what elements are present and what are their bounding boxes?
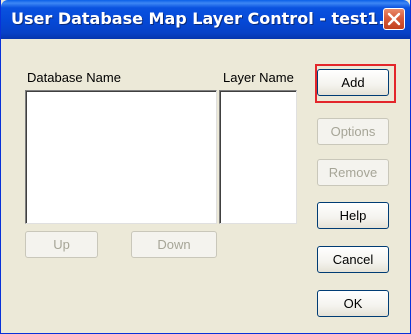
- layer-name-label: Layer Name: [223, 70, 294, 85]
- database-list[interactable]: [25, 90, 217, 224]
- dialog-window: User Database Map Layer Control - test1.…: [0, 0, 411, 334]
- help-button[interactable]: Help: [317, 202, 389, 229]
- window-title: User Database Map Layer Control - test1.…: [11, 9, 397, 28]
- close-icon: [387, 12, 401, 26]
- ok-button[interactable]: OK: [317, 290, 389, 317]
- remove-button[interactable]: Remove: [317, 159, 389, 186]
- add-button-highlight: [315, 64, 396, 103]
- down-button[interactable]: Down: [131, 231, 217, 258]
- cancel-button[interactable]: Cancel: [317, 246, 389, 273]
- title-bar[interactable]: User Database Map Layer Control - test1.…: [1, 0, 410, 39]
- close-button[interactable]: [383, 8, 405, 30]
- options-button[interactable]: Options: [317, 118, 389, 145]
- up-button[interactable]: Up: [25, 231, 98, 258]
- database-name-label: Database Name: [27, 70, 121, 85]
- layer-list[interactable]: [219, 90, 297, 224]
